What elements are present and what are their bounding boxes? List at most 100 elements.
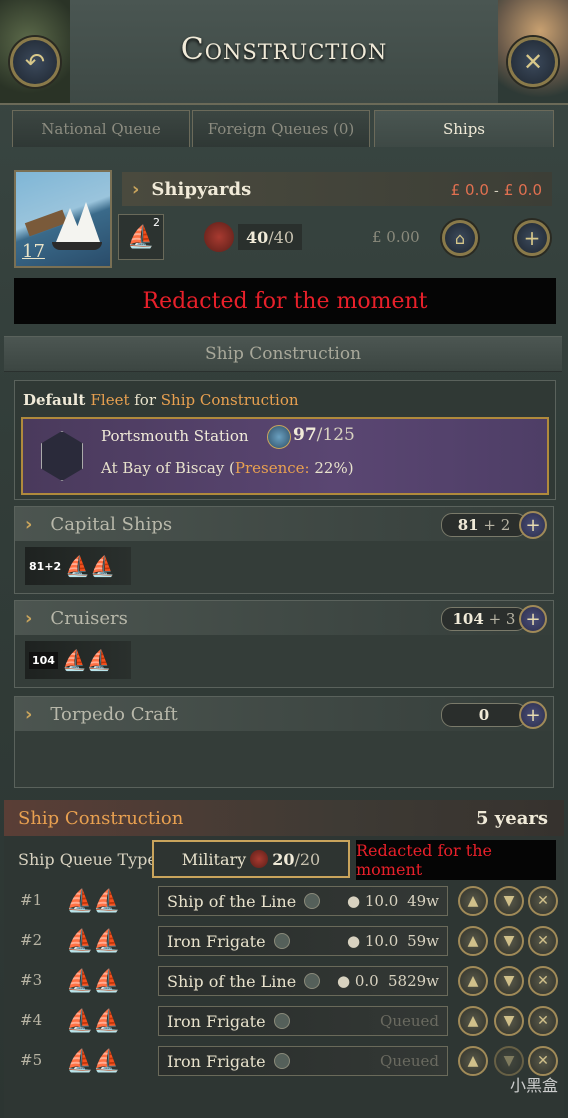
queue-time: 59w — [407, 932, 439, 950]
shipyard-header[interactable]: › Shipyards £ 0.0 - £ 0.0 — [122, 172, 552, 206]
ship-stack-chip[interactable]: 81+2 ⛵⛵ — [25, 547, 131, 585]
category-count: 0 — [441, 703, 527, 727]
move-up-button[interactable]: ▲ — [458, 966, 488, 996]
supply-icon — [250, 850, 269, 868]
presence-open: ( — [224, 459, 235, 477]
category-capital-ships: › Capital Ships 81 + 2 + 81+2 ⛵⛵ — [14, 506, 554, 594]
ship-type-button[interactable]: ⛵ 2 — [118, 214, 164, 260]
fleet-name: Portsmouth Station — [101, 427, 249, 445]
queue-item-bar[interactable]: Iron Frigate ● 10.0 59w — [158, 926, 448, 956]
close-icon: ✕ — [537, 1053, 549, 1069]
close-button[interactable]: ✕ — [508, 37, 558, 87]
queue-position: #5 — [20, 1051, 43, 1069]
sail-graphic — [72, 202, 100, 242]
category-count: 104 + 3 — [441, 607, 527, 631]
queue-item-name: Iron Frigate — [167, 1051, 266, 1071]
chip-count: 81+2 — [29, 559, 62, 573]
chevron-up-icon: ▲ — [467, 1013, 479, 1029]
add-cruiser-button[interactable]: + — [519, 605, 547, 633]
location-prefix: At — [101, 459, 123, 477]
chevron-down-icon: ▼ — [503, 933, 515, 949]
building-info-button[interactable]: ⌂ — [442, 220, 478, 256]
queue-row[interactable]: #4 ⛵⛵ Iron Frigate Queued ▲ ▼ ✕ — [12, 1003, 558, 1039]
add-capital-ship-button[interactable]: + — [519, 511, 547, 539]
chevron-up-icon: ▲ — [467, 933, 479, 949]
category-header[interactable]: › Capital Ships 81 + 2 + — [15, 507, 553, 541]
ship-of-line-icon: ⛵⛵ — [66, 889, 121, 914]
category-torpedo-craft: › Torpedo Craft 0 + — [14, 696, 554, 788]
queue-row[interactable]: #3 ⛵⛵ Ship of the Line ● 0.0 5829w ▲ ▼ ✕ — [12, 963, 558, 999]
queue-type-label: Ship Queue Type — [18, 850, 157, 869]
shipyard-cost: £ 0.00 — [372, 228, 420, 246]
chevron-down-icon: ▼ — [503, 973, 515, 989]
queue-rate: ● 10.0 — [347, 932, 399, 950]
redacted-block: Redacted for the moment — [14, 278, 556, 324]
heading-target: Ship Construction — [160, 391, 299, 409]
cancel-button[interactable]: ✕ — [528, 886, 558, 916]
construction-panel: ↶ Construction ✕ National Queue Foreign … — [0, 0, 568, 1118]
category-header[interactable]: › Torpedo Craft 0 + — [15, 697, 553, 731]
shipyard-pin-icon — [273, 1013, 290, 1029]
tab-foreign-queues[interactable]: Foreign Queues (0) — [192, 110, 370, 147]
category-header[interactable]: › Cruisers 104 + 3 + — [15, 601, 553, 635]
queue-item-bar[interactable]: Iron Frigate Queued — [158, 1006, 448, 1036]
move-down-button[interactable]: ▼ — [494, 926, 524, 956]
queue-type-selector[interactable]: Military 20/20 — [152, 840, 350, 878]
chevron-right-icon: › — [132, 178, 140, 200]
move-up-button[interactable]: ▲ — [458, 926, 488, 956]
default-fleet-box: Default Fleet for Ship Construction Port… — [14, 380, 556, 500]
queue-item-bar[interactable]: Ship of the Line ● 0.0 5829w — [158, 966, 448, 996]
type-max: /20 — [294, 849, 321, 869]
default-fleet-heading: Default Fleet for Ship Construction — [23, 391, 299, 409]
queue-item-bar[interactable]: Ship of the Line ● 10.0 49w — [158, 886, 448, 916]
add-torpedo-craft-button[interactable]: + — [519, 701, 547, 729]
tab-label: Ships — [442, 120, 486, 138]
fleet-card[interactable]: Portsmouth Station 97/125 At Bay of Bisc… — [21, 417, 549, 495]
chip-count: 104 — [29, 651, 58, 669]
queue-row[interactable]: #1 ⛵⛵ Ship of the Line ● 10.0 49w ▲ ▼ ✕ — [12, 883, 558, 919]
frigate-icon: ⛵⛵ — [61, 648, 112, 672]
tab-national-queue[interactable]: National Queue — [12, 110, 190, 147]
shipyard-section: 17 › Shipyards £ 0.0 - £ 0.0 ⛵ 2 40/40 £… — [12, 166, 558, 326]
category-cruisers: › Cruisers 104 + 3 + 104 ⛵⛵ — [14, 600, 554, 688]
move-up-button[interactable]: ▲ — [458, 1046, 488, 1076]
queue-row[interactable]: #2 ⛵⛵ Iron Frigate ● 10.0 59w ▲ ▼ ✕ — [12, 923, 558, 959]
plus-icon: + — [525, 704, 541, 726]
add-shipyard-button[interactable]: + — [514, 220, 550, 256]
chevron-down-icon: ▼ — [503, 893, 515, 909]
ship-stack-chip[interactable]: 104 ⛵⛵ — [25, 641, 131, 679]
move-down-button[interactable]: ▼ — [494, 966, 524, 996]
shipyard-level: 17 — [22, 241, 45, 262]
cancel-button[interactable]: ✕ — [528, 966, 558, 996]
shipyard-name: Shipyards — [151, 178, 252, 200]
income-to: £ 0.0 — [503, 180, 542, 199]
cancel-button[interactable]: ✕ — [528, 1006, 558, 1036]
chevron-up-icon: ▲ — [467, 973, 479, 989]
queue-item-name: Ship of the Line — [167, 891, 297, 911]
move-down-button[interactable]: ▼ — [494, 1006, 524, 1036]
chevron-right-icon: › — [25, 607, 33, 629]
frigate-icon: ⛵⛵ — [66, 1009, 121, 1034]
tab-ships[interactable]: Ships — [374, 110, 554, 147]
fleet-emblem-icon — [41, 431, 83, 481]
move-up-button[interactable]: ▲ — [458, 886, 488, 916]
fleet-strength-icon — [267, 425, 291, 449]
shipyard-image[interactable]: 17 — [14, 170, 112, 268]
shipyard-pin-icon — [273, 1053, 290, 1069]
heading-fleet: Fleet — [90, 391, 130, 409]
move-down-button[interactable]: ▼ — [494, 886, 524, 916]
tab-bar: National Queue Foreign Queues (0) Ships — [12, 110, 556, 150]
queue-row[interactable]: #5 ⛵⛵ Iron Frigate Queued ▲ ▼ ✕ — [12, 1043, 558, 1079]
panel-header: ↶ Construction ✕ — [0, 0, 568, 105]
shipyard-pin-icon — [304, 893, 321, 909]
queue-title: Ship Construction — [18, 807, 184, 829]
strength-current: 97 — [293, 425, 317, 445]
cancel-button[interactable]: ✕ — [528, 926, 558, 956]
move-up-button[interactable]: ▲ — [458, 1006, 488, 1036]
ship-of-line-icon: ⛵⛵ — [66, 969, 121, 994]
presence-close: ) — [347, 459, 354, 477]
queue-rate: ● 0.0 — [337, 972, 379, 990]
heading-default: Default — [23, 391, 91, 409]
queue-time: 5829w — [387, 972, 439, 990]
queue-item-bar[interactable]: Iron Frigate Queued — [158, 1046, 448, 1076]
